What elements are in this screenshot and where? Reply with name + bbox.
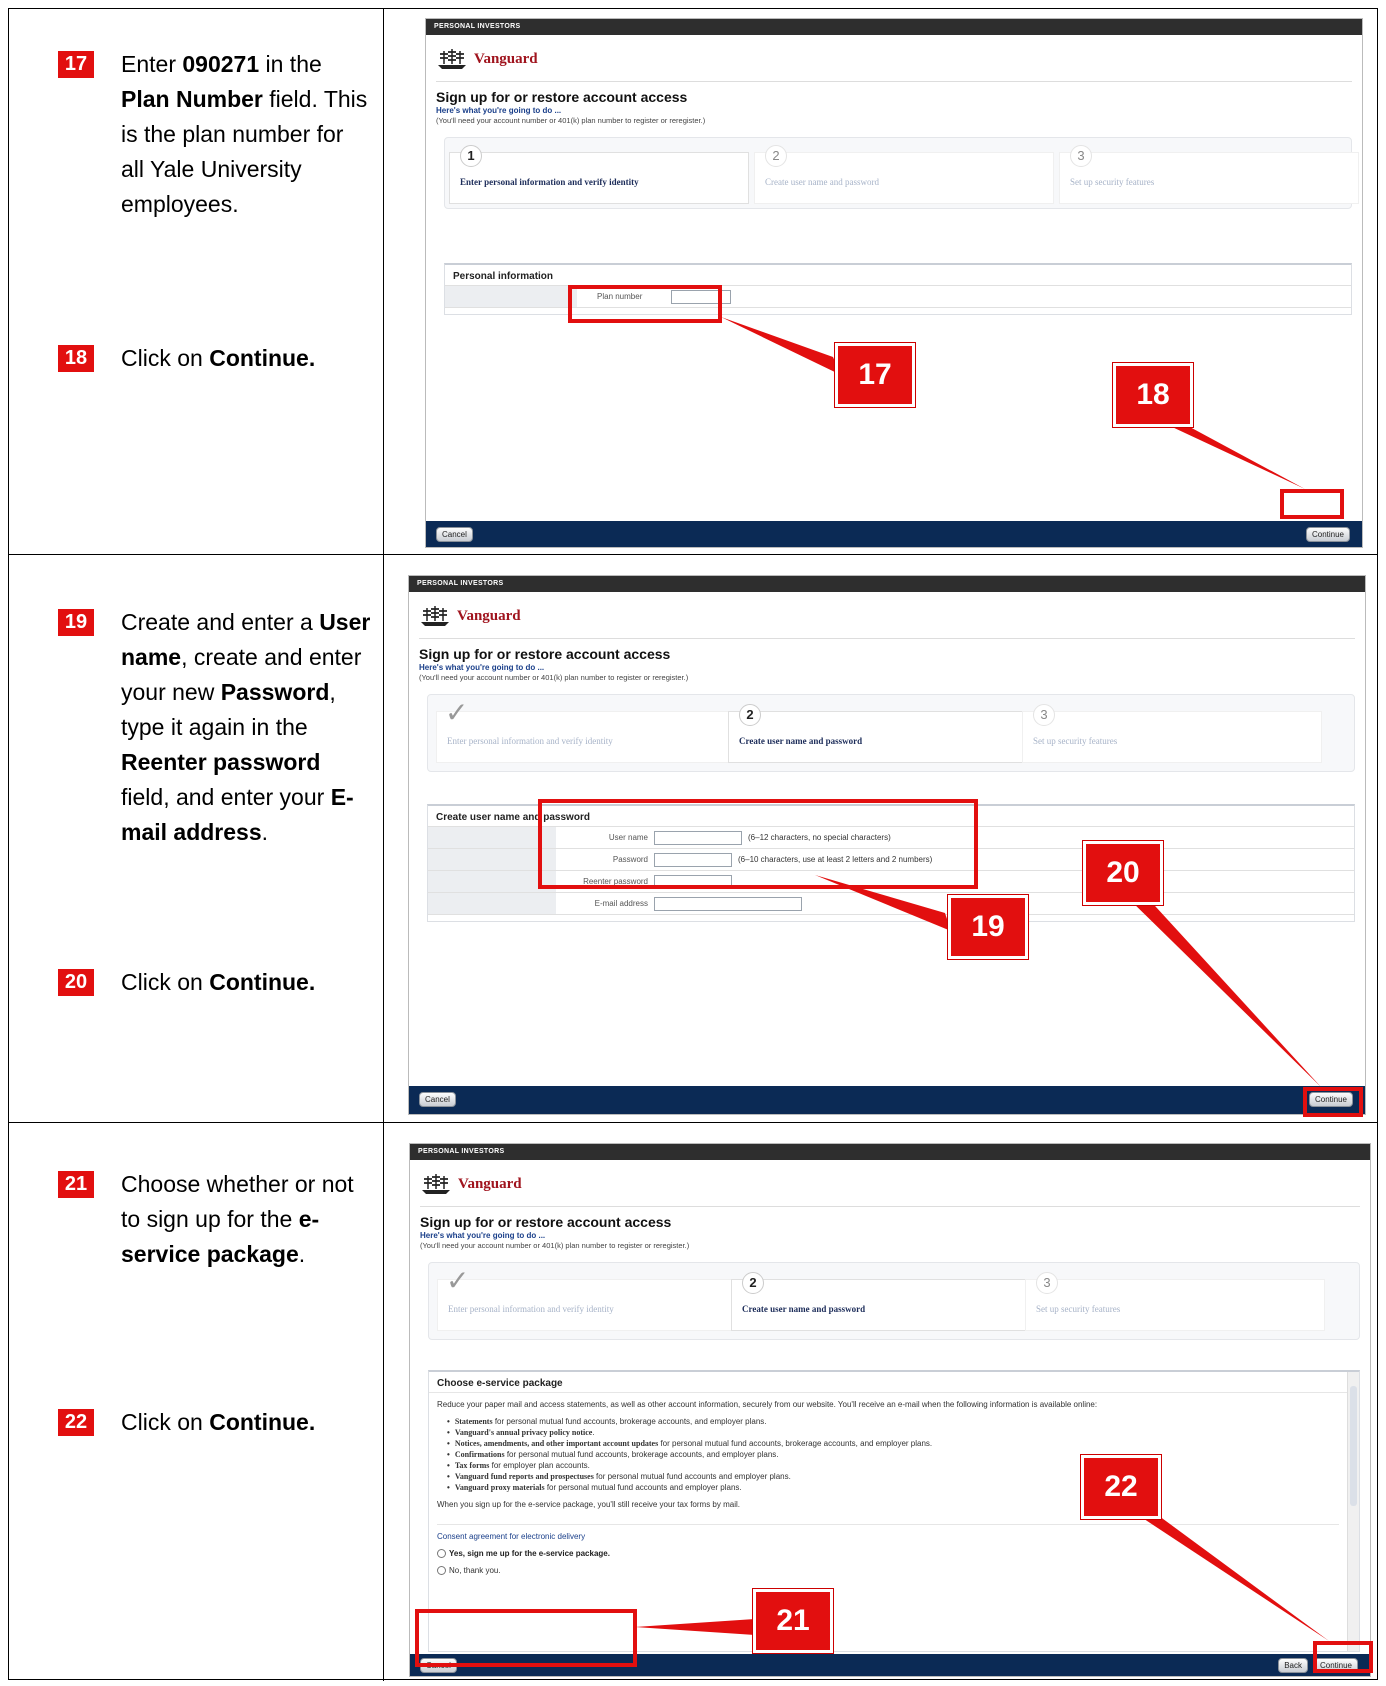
step-badge: 20 [58, 969, 94, 996]
callout-20: 20 [1083, 841, 1163, 905]
table-row: 19 Create and enter a User name, create … [9, 555, 1377, 1123]
step-text: Click on Continue. [121, 1409, 316, 1435]
step-badge: 17 [58, 51, 94, 78]
pointer-arrows [815, 875, 1321, 1087]
callout-19: 19 [948, 895, 1028, 959]
instructions-cell: 19 Create and enter a User name, create … [9, 555, 384, 1122]
step-text: Enter 090271 in the Plan Number field. T… [121, 51, 368, 217]
step-text: Click on Continue. [121, 345, 316, 371]
pointer-arrow [721, 317, 841, 375]
table-row: 21 Choose whether or not to sign up for … [9, 1123, 1377, 1681]
screenshot-cell: PERSONAL INVESTORS Vanguard Sign up for … [385, 555, 1377, 1122]
pointer-arrow [815, 875, 951, 931]
pointer-arrows [721, 317, 1305, 489]
instructions-cell: 21 Choose whether or not to sign up for … [9, 1123, 384, 1681]
callout-22: 22 [1081, 1455, 1161, 1519]
step-badge: 21 [58, 1171, 94, 1198]
step-text: Create and enter a User name, create and… [121, 609, 371, 845]
instructions-cell: 17 Enter 090271 in the Plan Number field… [9, 9, 384, 554]
pointer-arrow [1155, 419, 1305, 489]
pointer-arrow [1125, 895, 1321, 1087]
pointer-arrow [1135, 1513, 1329, 1641]
callout-21: 21 [753, 1589, 833, 1653]
step-text: Click on Continue. [121, 969, 316, 995]
step-badge: 18 [58, 345, 94, 372]
instruction-table: 17 Enter 090271 in the Plan Number field… [8, 8, 1378, 1681]
screenshot-cell: PERSONAL INVESTORS Vanguard Sign up for … [385, 9, 1377, 554]
callout-17: 17 [835, 343, 915, 407]
callout-18: 18 [1113, 363, 1193, 427]
screenshot-cell: PERSONAL INVESTORS Vanguard Sign up for … [385, 1123, 1377, 1681]
pointer-arrows [635, 1513, 1329, 1641]
step-text: Choose whether or not to sign up for the… [121, 1171, 354, 1267]
step-badge: 19 [58, 609, 94, 636]
step-badge: 22 [58, 1409, 94, 1436]
table-row: 17 Enter 090271 in the Plan Number field… [9, 9, 1377, 555]
pointer-arrow [635, 1619, 755, 1635]
